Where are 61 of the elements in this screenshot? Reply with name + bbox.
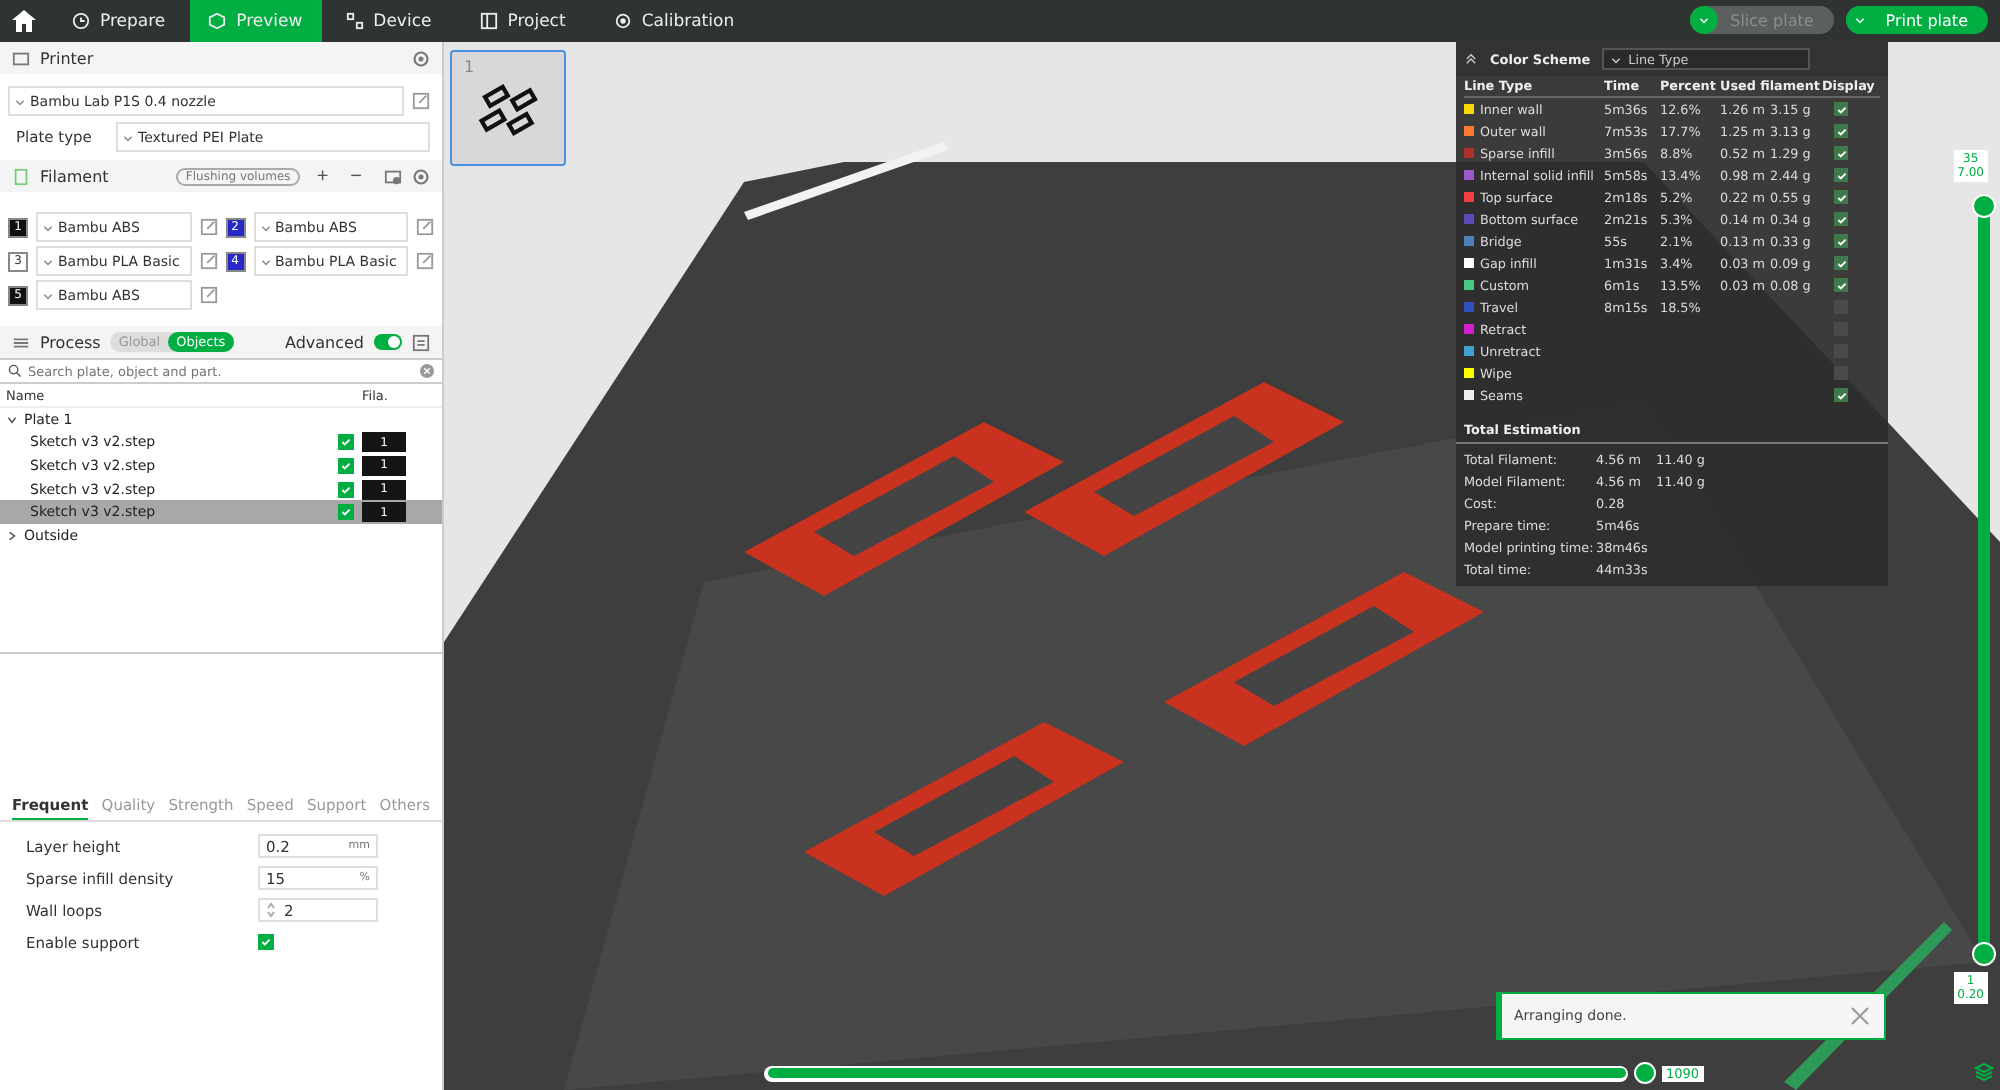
display-checkbox[interactable] [1834, 168, 1848, 182]
display-checkbox[interactable] [1834, 344, 1848, 358]
chevron-down-icon [1853, 14, 1866, 26]
section-title: Process [40, 333, 101, 351]
settings-icon [412, 49, 430, 67]
add-button[interactable]: + [310, 165, 335, 187]
list-icon [412, 333, 430, 351]
nav-tab[interactable]: Calibration [589, 0, 759, 42]
edit-icon [416, 252, 434, 270]
display-checkbox[interactable] [1834, 256, 1848, 270]
device-icon [345, 12, 364, 30]
checkbox[interactable] [338, 481, 354, 498]
home-icon [12, 10, 36, 32]
nav-tab[interactable]: Prepare [48, 0, 190, 42]
display-checkbox[interactable] [1834, 366, 1848, 380]
checkbox[interactable] [338, 504, 354, 521]
remove-button[interactable]: − [344, 165, 374, 187]
edit-icon [199, 286, 217, 304]
clock-icon [72, 12, 90, 30]
checkbox[interactable] [338, 434, 354, 451]
chevron-down-icon [259, 221, 271, 233]
nav-tab[interactable]: Device [321, 0, 456, 42]
clear-icon [420, 364, 434, 378]
edit-icon [416, 218, 434, 236]
chevron-down-icon [42, 221, 54, 233]
display-checkbox[interactable] [1834, 102, 1848, 116]
display-checkbox[interactable] [1834, 234, 1848, 248]
cube-icon [208, 12, 227, 30]
checkbox[interactable] [258, 934, 274, 950]
target-icon [613, 12, 632, 30]
chevron-down-icon [1610, 53, 1623, 65]
edit-icon [412, 92, 430, 110]
chevron-down-icon [42, 255, 54, 267]
close-button[interactable] [1848, 1004, 1872, 1028]
chevron-down-icon [1698, 14, 1711, 26]
printer-icon [12, 49, 30, 67]
book-icon [479, 12, 498, 30]
edit-icon [199, 218, 217, 236]
advanced-label: Advanced [284, 333, 364, 351]
edit-icon [199, 252, 217, 270]
chevron-right-icon[interactable] [6, 529, 18, 542]
display-checkbox[interactable] [1834, 146, 1848, 160]
chevron-down-icon[interactable] [6, 413, 18, 426]
display-checkbox[interactable] [1834, 278, 1848, 292]
display-checkbox[interactable] [1834, 124, 1848, 138]
search-icon [8, 364, 22, 378]
chevron-down-icon [259, 255, 271, 267]
chevron-down-icon [122, 131, 134, 143]
section-title: Printer [40, 49, 96, 67]
plate-number: 1 [464, 58, 475, 76]
nav-tab[interactable]: Project [455, 0, 590, 42]
chevron-down-icon [42, 289, 54, 301]
display-checkbox[interactable] [1834, 388, 1848, 402]
chevron-down-icon [14, 95, 26, 107]
collapse-icon [1464, 52, 1478, 66]
display-checkbox[interactable] [1834, 190, 1848, 204]
display-checkbox[interactable] [1834, 212, 1848, 226]
section-title: Filament [40, 167, 111, 185]
advanced-switch[interactable] [374, 334, 402, 350]
checkbox[interactable] [338, 457, 354, 474]
settings-icon [412, 167, 430, 185]
